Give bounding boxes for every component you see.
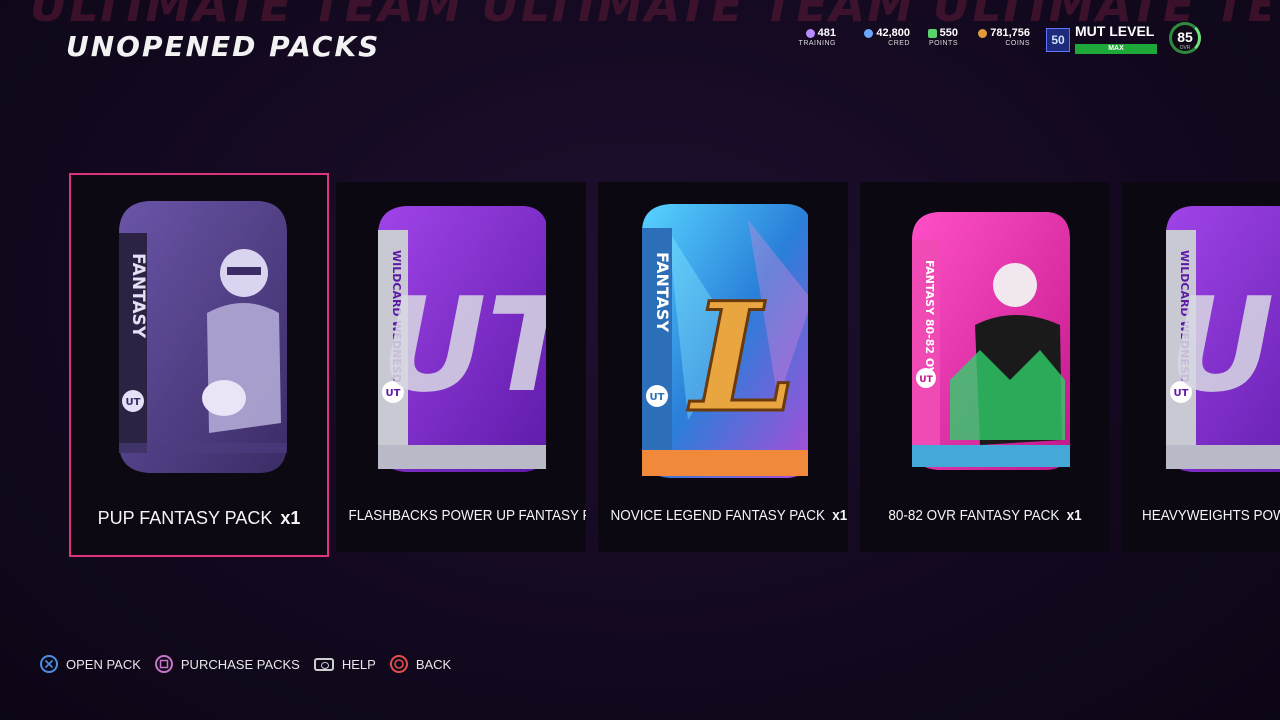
pack-side-text: FANTASY [653,252,672,332]
ovr-label: OVR [1179,45,1191,51]
pack-name-text: PUP FANTASY PACK [97,508,273,528]
cred-icon [864,28,874,38]
coins-icon [978,28,988,38]
cross-button-icon [40,655,58,673]
pack-name: 80-82 OVR FANTASY PACK x1 [873,507,1098,524]
currency-points: 550 POINTS [920,27,958,51]
touchpad-dot [320,661,329,669]
pack-big-letter: L [687,270,796,446]
pack-name-text: 80-82 OVR FANTASY PACK [888,507,1060,524]
pack-art: FANTASY 80-82 OVR UT [912,212,1070,470]
currency-value: 42,800 [876,27,910,39]
currency-cred: 42,800 CRED [852,27,910,51]
training-icon [805,28,815,38]
pack-card-pup-fantasy[interactable]: FANTASY UT PUP FANTASY PACK x1 [69,173,329,557]
pack-name: PUP FANTASY PACK x1 [71,508,327,529]
hint-purchase-packs[interactable]: PURCHASE PACKS [154,655,300,673]
pack-art: FANTASY UT [119,201,287,473]
mut-level-progress: MAX [1075,44,1157,54]
pack-art: WILDCARD WEDNESDAY UT UT [1166,206,1280,472]
hint-help[interactable]: HELP [313,656,376,672]
pack-card-80-82-ovr[interactable]: FANTASY 80-82 OVR UT 80-82 OVR FANTASY P… [860,182,1110,552]
currency-value: 550 [939,27,958,39]
currency-label: TRAINING [798,40,836,47]
currency-value: 781,756 [990,27,1030,39]
currency-training: 481 TRAINING [790,27,836,51]
pack-side-text: FANTASY [128,253,148,339]
ovr-value: 85 [1177,29,1193,45]
hint-label: HELP [341,656,376,672]
pack-quantity: x1 [1066,507,1082,524]
page-title: UNOPENED PACKS [66,30,381,63]
currency-value: 481 [817,27,836,39]
circle-button-icon [389,655,408,673]
pack-name-text: FLASHBACKS POWER UP FANTASY PACK [348,507,587,524]
pack-name: FLASHBACKS POWER UP FANTASY PACKx1 [349,507,587,524]
pack-card-novice-legend[interactable]: FANTASY UT L NOVICE LEGEND FANTASY PACK x… [598,182,848,552]
pack-name: HEAVYWEIGHTS POWER UP FANTASY PACKx1 [1142,507,1280,524]
hint-label: PURCHASE PACKS [180,656,300,672]
ovr-rating: 85 OVR [1169,22,1201,54]
touchpad-button-icon [313,657,334,671]
pack-big-letter: UT [381,269,546,421]
pack-quantity: x1 [280,508,301,528]
hint-open-pack[interactable]: OPEN PACK [40,655,141,673]
points-icon [927,28,937,38]
pack-side-text: FANTASY 80-82 OVR [923,260,936,384]
pack-name-text: NOVICE LEGEND FANTASY PACK [610,507,826,524]
pack-logo-text: UT [126,397,141,408]
pack-card-heavyweights-power-up[interactable]: WILDCARD WEDNESDAY UT UT HEAVYWEIGHTS PO… [1122,182,1280,552]
pack-card-flashbacks-power-up[interactable]: WILDCARD WEDNESDAY UT UT FLASHBACKS POWE… [336,182,586,552]
mut-level-max-label: MAX [1108,45,1124,52]
mut-level-title: MUT LEVEL [1075,23,1155,39]
pack-name-text: HEAVYWEIGHTS POWER UP FANTASY PACK [1142,507,1280,524]
square-button-icon [154,655,173,673]
pack-logo-text: UT [919,375,933,385]
pack-quantity: x1 [832,507,848,524]
currency-label: COINS [1005,40,1030,47]
currency-coins: 781,756 COINS [968,27,1030,51]
button-hints: OPEN PACK PURCHASE PACKS HELP BACK [40,655,451,673]
currency-label: CRED [888,40,910,47]
currency-label: POINTS [928,40,958,47]
background-watermark: ULTIMATE TEAM ULTIMATE TEAM ULTIMATE TEA… [30,0,1270,22]
hint-label: OPEN PACK [66,656,141,672]
svg-text:UT: UT [650,392,665,403]
hint-label: BACK [415,656,452,672]
pack-art: FANTASY UT L [642,204,808,478]
pack-name: NOVICE LEGEND FANTASY PACK x1 [610,507,848,524]
mut-level-badge: 50 [1046,28,1070,52]
pack-art: WILDCARD WEDNESDAY UT UT [378,206,546,472]
pack-big-letter: UT [1169,269,1280,421]
hint-back[interactable]: BACK [389,655,452,673]
